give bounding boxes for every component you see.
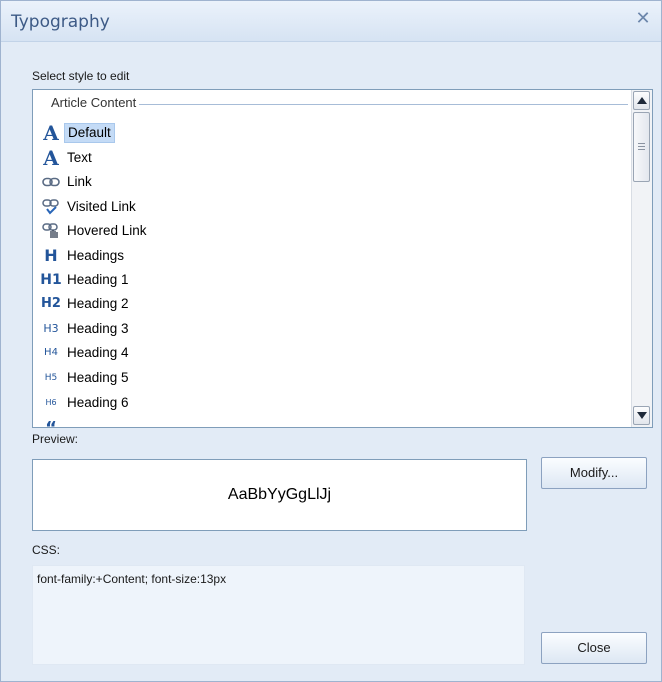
scroll-thumb[interactable] bbox=[633, 112, 650, 182]
heading-h-icon: H bbox=[44, 246, 58, 265]
font-a-icon: A bbox=[43, 121, 59, 145]
preview-sample-text: AaBbYyGgLlJj bbox=[227, 486, 332, 503]
hovered-link-icon bbox=[39, 220, 63, 242]
dialog-title: Typography bbox=[11, 12, 110, 32]
style-item-hovered-link[interactable]: Hovered Link bbox=[39, 220, 619, 242]
style-listbox[interactable]: Article Content A Default A Text Link Vi… bbox=[32, 89, 653, 428]
style-item-label: Headings bbox=[67, 248, 125, 263]
style-item-label: Heading 3 bbox=[67, 321, 129, 336]
visited-link-icon bbox=[39, 196, 63, 218]
style-item-label: Default bbox=[64, 123, 115, 143]
css-value: font-family:+Content; font-size:13px bbox=[37, 572, 227, 586]
style-item-heading-3[interactable]: H3 Heading 3 bbox=[39, 318, 619, 340]
scroll-up-button[interactable] bbox=[633, 91, 650, 110]
scroll-down-button[interactable] bbox=[633, 406, 650, 425]
style-item-label: Heading 5 bbox=[67, 370, 129, 385]
font-a-icon: A bbox=[43, 146, 59, 170]
style-item-label: Text bbox=[67, 150, 92, 165]
select-style-label: Select style to edit bbox=[32, 69, 130, 83]
modify-button[interactable]: Modify... bbox=[541, 457, 647, 489]
style-item-headings[interactable]: H Headings bbox=[39, 245, 619, 267]
preview-label: Preview: bbox=[32, 432, 79, 446]
link-icon bbox=[39, 171, 63, 193]
style-item-label: Hovered Link bbox=[67, 223, 147, 238]
close-icon[interactable]: ✕ bbox=[633, 8, 653, 30]
heading-4-icon: H4 bbox=[44, 347, 58, 358]
style-item-label: Visited Link bbox=[67, 199, 136, 214]
style-item-label: Heading 4 bbox=[67, 345, 129, 360]
heading-5-icon: H5 bbox=[44, 373, 58, 383]
style-item-heading-1[interactable]: H1 Heading 1 bbox=[39, 269, 619, 291]
heading-1-icon: H1 bbox=[40, 272, 62, 288]
group-header: Article Content bbox=[43, 95, 628, 113]
style-item-heading-4[interactable]: H4 Heading 4 bbox=[39, 342, 619, 364]
style-item-heading-6[interactable]: H6 Heading 6 bbox=[39, 392, 619, 414]
style-item-visited-link[interactable]: Visited Link bbox=[39, 196, 619, 218]
style-item-partial[interactable]: “ bbox=[39, 416, 619, 427]
triangle-up-icon bbox=[637, 97, 647, 104]
css-text-area[interactable]: font-family:+Content; font-size:13px bbox=[32, 565, 525, 665]
style-item-default[interactable]: A Default bbox=[39, 122, 619, 144]
close-button[interactable]: Close bbox=[541, 632, 647, 664]
style-item-label: Heading 2 bbox=[67, 296, 129, 311]
style-item-label: Heading 1 bbox=[67, 272, 129, 287]
typography-dialog: Typography ✕ Select style to edit Articl… bbox=[0, 0, 662, 682]
preview-box: AaBbYyGgLlJj bbox=[32, 459, 527, 531]
group-header-label: Article Content bbox=[51, 95, 140, 110]
title-bar[interactable]: Typography ✕ bbox=[1, 1, 661, 42]
style-item-heading-5[interactable]: H5 Heading 5 bbox=[39, 367, 619, 389]
style-item-text[interactable]: A Text bbox=[39, 147, 619, 169]
css-label: CSS: bbox=[32, 543, 61, 557]
style-item-link[interactable]: Link bbox=[39, 171, 619, 193]
heading-2-icon: H2 bbox=[41, 296, 61, 311]
quote-icon: “ bbox=[39, 416, 63, 427]
style-item-label: Heading 6 bbox=[67, 395, 129, 410]
triangle-down-icon bbox=[637, 412, 647, 419]
heading-3-icon: H3 bbox=[43, 322, 59, 335]
style-item-heading-2[interactable]: H2 Heading 2 bbox=[39, 293, 619, 315]
heading-6-icon: H6 bbox=[45, 398, 57, 407]
vertical-scrollbar[interactable] bbox=[631, 90, 652, 427]
style-item-label: Link bbox=[67, 174, 92, 189]
